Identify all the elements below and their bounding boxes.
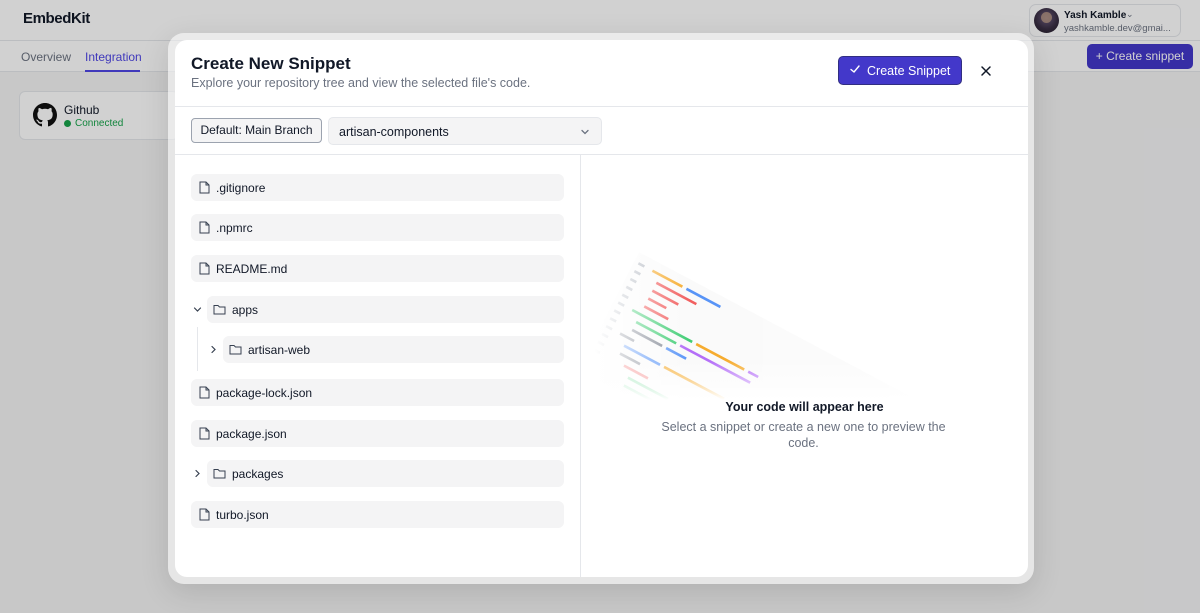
chevron-down-icon — [581, 129, 589, 135]
file-icon — [199, 427, 210, 440]
tree-item-label: package-lock.json — [216, 386, 313, 400]
repository-select[interactable]: artisan-components — [328, 117, 602, 145]
divider — [175, 154, 1028, 155]
tree-item-label: packages — [232, 467, 284, 481]
tree-item-folder[interactable]: packages — [207, 460, 564, 487]
empty-state-subtitle: Select a snippet or create a new one to … — [661, 420, 946, 450]
chevron-down-icon[interactable] — [193, 305, 202, 314]
tree-item-folder[interactable]: apps — [207, 296, 564, 323]
tree-indent-guide — [197, 327, 198, 371]
folder-icon — [213, 305, 226, 315]
create-snippet-submit-label: Create Snippet — [867, 64, 951, 78]
create-snippet-dialog: Create New Snippet Explore your reposito… — [175, 40, 1028, 577]
tree-item-folder[interactable]: artisan-web — [223, 336, 564, 363]
tree-item-label: apps — [232, 303, 259, 317]
branch-button[interactable]: Default: Main Branch — [191, 118, 322, 143]
tree-item-file[interactable]: turbo.json — [191, 501, 564, 528]
empty-state-title: Your code will appear here — [725, 400, 884, 414]
dialog-title: Create New Snippet — [191, 54, 351, 73]
file-icon — [199, 181, 210, 194]
repository-select-value: artisan-components — [339, 125, 449, 139]
create-snippet-submit-button[interactable]: Create Snippet — [838, 56, 962, 85]
file-icon — [199, 508, 210, 521]
chevron-right-icon[interactable] — [193, 469, 202, 478]
tree-item-label: .gitignore — [216, 181, 266, 195]
tree-item-label: artisan-web — [248, 343, 311, 357]
close-icon[interactable] — [979, 64, 993, 78]
chevron-right-icon[interactable] — [209, 345, 218, 354]
tree-item-file[interactable]: .gitignore — [191, 174, 564, 201]
dialog-subtitle: Explore your repository tree and view th… — [191, 76, 531, 90]
file-icon — [199, 221, 210, 234]
tree-item-file[interactable]: package-lock.json — [191, 379, 564, 406]
tree-item-label: turbo.json — [216, 508, 269, 522]
tree-item-label: .npmrc — [216, 221, 253, 235]
file-icon — [199, 386, 210, 399]
folder-icon — [213, 469, 226, 479]
code-preview-illustration — [595, 200, 975, 400]
tree-item-label: package.json — [216, 427, 287, 441]
tree-item-label: README.md — [216, 262, 288, 276]
tree-item-file[interactable]: package.json — [191, 420, 564, 447]
file-icon — [199, 262, 210, 275]
pane-divider — [580, 155, 581, 577]
tree-item-file[interactable]: .npmrc — [191, 214, 564, 241]
check-icon — [850, 65, 860, 73]
tree-item-file[interactable]: README.md — [191, 255, 564, 282]
divider — [175, 106, 1028, 107]
folder-icon — [229, 345, 242, 355]
